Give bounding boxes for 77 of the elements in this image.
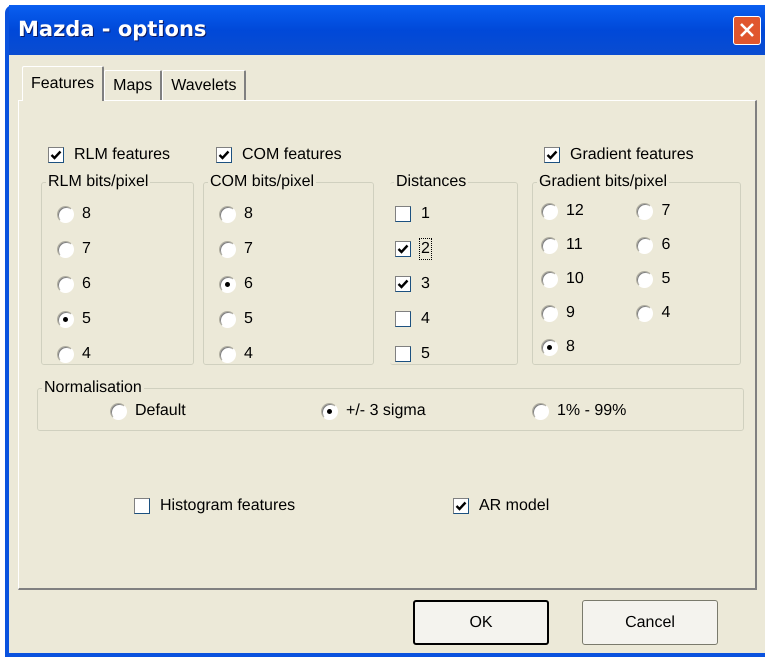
checkbox[interactable] xyxy=(48,147,64,163)
radio-button[interactable] xyxy=(541,338,558,356)
close-icon xyxy=(739,22,755,38)
checkbox[interactable] xyxy=(453,498,469,514)
radio-button[interactable] xyxy=(636,270,654,288)
radio-button[interactable] xyxy=(57,346,74,362)
group-title: Gradient bits/pixel xyxy=(538,173,668,191)
checkbox-label: 5 xyxy=(420,344,431,364)
radio-button[interactable] xyxy=(541,270,558,288)
checkbox[interactable] xyxy=(134,498,150,514)
radio-label: 5 xyxy=(244,309,253,329)
radio-button[interactable] xyxy=(57,240,74,258)
tab[interactable]: Maps xyxy=(104,70,162,100)
checkbox-label: AR model xyxy=(478,496,550,516)
radio-button[interactable] xyxy=(636,202,654,220)
radio-label: 8 xyxy=(82,204,91,224)
radio-label: 6 xyxy=(244,274,253,294)
radio-label: 5 xyxy=(661,269,670,289)
radio-label: 4 xyxy=(82,344,91,364)
radio-label: 12 xyxy=(566,201,584,221)
radio-label: +/- 3 sigma xyxy=(346,401,426,421)
checkbox[interactable] xyxy=(395,241,411,257)
checkbox-label: 2 xyxy=(420,239,431,259)
window-title: Mazda - options xyxy=(18,16,206,44)
radio-label: 4 xyxy=(244,344,253,364)
radio-button[interactable] xyxy=(219,346,236,362)
radio-label: 1% - 99% xyxy=(557,401,626,421)
radio-label: 9 xyxy=(566,303,575,323)
checkbox-label: COM features xyxy=(241,145,343,165)
radio-button[interactable] xyxy=(541,304,558,322)
radio-button[interactable] xyxy=(57,310,74,328)
radio-label: 11 xyxy=(566,235,583,255)
radio-label: 4 xyxy=(661,303,670,323)
radio-button[interactable] xyxy=(219,310,236,328)
tab[interactable]: Features xyxy=(22,66,104,101)
checkbox-label: Gradient features xyxy=(569,145,695,165)
tab[interactable]: Wavelets xyxy=(162,70,246,100)
checkbox[interactable] xyxy=(395,311,411,327)
radio-button[interactable] xyxy=(636,304,654,322)
checkbox[interactable] xyxy=(395,206,411,222)
radio-button[interactable] xyxy=(110,402,127,420)
checkbox[interactable] xyxy=(216,147,232,163)
close-button[interactable] xyxy=(733,16,761,44)
checkbox-label: RLM features xyxy=(73,145,172,165)
radio-button[interactable] xyxy=(636,236,654,254)
radio-label: 5 xyxy=(82,309,91,329)
group-title: Distances xyxy=(395,173,468,191)
radio-label: 7 xyxy=(82,239,91,259)
checkbox[interactable] xyxy=(395,276,411,292)
radio-button[interactable] xyxy=(57,276,74,292)
radio-label: 10 xyxy=(566,269,584,289)
radio-label: 7 xyxy=(661,201,670,221)
checkbox-label: 4 xyxy=(420,309,431,329)
dialog-button[interactable]: OK xyxy=(413,600,549,645)
radio-label: Default xyxy=(135,401,186,421)
group-title: Normalisation xyxy=(43,379,143,397)
checkbox-label: 1 xyxy=(420,204,431,224)
radio-label: 8 xyxy=(566,337,575,357)
group-title: COM bits/pixel xyxy=(209,173,316,191)
radio-button[interactable] xyxy=(57,206,74,222)
radio-label: 8 xyxy=(244,204,253,224)
checkbox[interactable] xyxy=(544,147,560,163)
radio-button[interactable] xyxy=(532,402,549,420)
radio-button[interactable] xyxy=(219,276,236,292)
radio-label: 6 xyxy=(661,235,670,255)
radio-label: 6 xyxy=(82,274,91,294)
radio-label: 7 xyxy=(244,239,253,259)
radio-button[interactable] xyxy=(219,206,236,222)
checkbox-label: 3 xyxy=(420,274,431,294)
radio-button[interactable] xyxy=(541,202,558,220)
checkbox-label: Histogram features xyxy=(159,496,296,516)
checkbox[interactable] xyxy=(395,346,411,362)
radio-button[interactable] xyxy=(321,402,338,420)
group-title: RLM bits/pixel xyxy=(47,173,150,191)
dialog-button[interactable]: Cancel xyxy=(582,600,718,645)
radio-button[interactable] xyxy=(541,236,558,254)
radio-button[interactable] xyxy=(219,240,236,258)
